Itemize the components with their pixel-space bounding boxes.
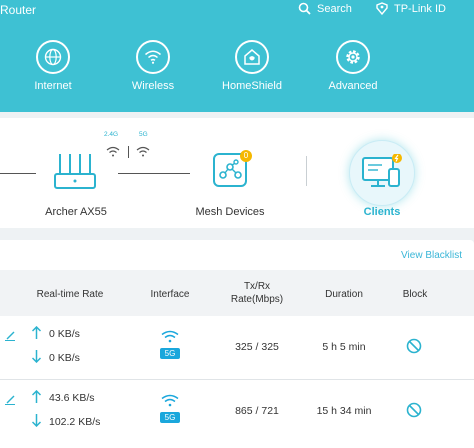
upload-rate: 43.6 KB/s — [31, 389, 95, 406]
nav-homeshield-label: HomeShield — [222, 80, 282, 92]
tplink-id-button[interactable]: TP-Link ID — [376, 2, 446, 15]
download-rate-value: 102.2 KB/s — [49, 416, 101, 428]
nav-internet-label: Internet — [34, 80, 72, 92]
tplink-id-label: TP-Link ID — [394, 2, 446, 15]
nav-advanced-label: Advanced — [328, 80, 378, 92]
router-icon — [54, 154, 96, 196]
search-button[interactable]: Search — [298, 2, 352, 15]
brand-title: Router — [0, 3, 37, 17]
arrow-up-icon — [31, 389, 42, 406]
gear-icon — [336, 40, 370, 74]
arrow-down-icon — [31, 350, 42, 366]
router-device[interactable] — [54, 152, 96, 197]
table-header: Real-time Rate Interface Tx/Rx Rate(Mbps… — [0, 270, 474, 316]
network-map-panel: Archer AX55 2.4G 5G 0 Mesh Devices Clien… — [0, 118, 474, 228]
top-navigation-bar: Router Search TP-Link ID Internet Wirele… — [0, 0, 474, 112]
wifi-icon — [136, 40, 170, 74]
upload-rate-value: 0 KB/s — [49, 328, 80, 340]
header-txrx-line2: Rate(Mbps) — [230, 294, 284, 305]
globe-icon — [36, 40, 70, 74]
edit-icon[interactable] — [5, 328, 17, 346]
band-5g-label: 5G — [139, 131, 148, 138]
header-duration: Duration — [325, 289, 363, 300]
mesh-icon — [213, 153, 247, 191]
header-block: Block — [402, 289, 428, 300]
clients-icon — [362, 153, 404, 199]
connection-line — [0, 173, 36, 174]
wifi-5g-icon — [136, 145, 150, 163]
mesh-count-badge: 0 — [240, 150, 252, 162]
nav-advanced[interactable]: Advanced — [308, 40, 398, 92]
download-rate: 102.2 KB/s — [31, 414, 101, 430]
nav-internet[interactable]: Internet — [8, 40, 98, 92]
download-rate-value: 0 KB/s — [49, 352, 80, 364]
upload-rate-value: 43.6 KB/s — [49, 392, 95, 404]
wifi-24g-icon — [106, 145, 120, 163]
upload-rate: 0 KB/s — [31, 325, 80, 342]
header-txrx-line1: Tx/Rx — [243, 281, 271, 292]
mesh-devices-label: Mesh Devices — [195, 206, 265, 218]
tplink-id-icon — [376, 2, 388, 15]
block-button[interactable] — [406, 338, 422, 359]
interface-cell: 5G — [150, 330, 190, 359]
clients-button[interactable] — [349, 140, 415, 206]
wifi-icon — [161, 330, 179, 346]
view-blacklist-link[interactable]: View Blacklist — [401, 250, 462, 261]
duration: 15 h 34 min — [316, 405, 372, 417]
wifi-icon — [161, 394, 179, 410]
band-divider — [128, 146, 129, 158]
search-label: Search — [317, 2, 352, 15]
band-badge: 5G — [160, 412, 180, 423]
search-icon — [298, 2, 311, 15]
connection-line — [118, 173, 190, 174]
edit-icon[interactable] — [5, 392, 17, 410]
duration: 5 h 5 min — [322, 341, 366, 353]
nav-wireless[interactable]: Wireless — [108, 40, 198, 92]
block-button[interactable] — [406, 402, 422, 423]
nav-homeshield[interactable]: HomeShield — [207, 40, 297, 92]
header-interface: Interface — [150, 289, 190, 300]
router-name: Archer AX55 — [45, 206, 107, 218]
band-badge: 5G — [160, 348, 180, 359]
client-table-card: View Blacklist Real-time Rate Interface … — [0, 240, 474, 448]
txrx-rate: 865 / 721 — [235, 405, 279, 417]
header-realtime-rate: Real-time Rate — [36, 289, 104, 300]
homeshield-icon — [235, 40, 269, 74]
band-24g-label: 2.4G — [104, 131, 119, 138]
table-row: 0 KB/s 0 KB/s 5G 325 / 325 5 h 5 min — [0, 316, 474, 380]
table-row: 43.6 KB/s 102.2 KB/s 5G 865 / 721 15 h 3… — [0, 380, 474, 444]
nav-wireless-label: Wireless — [131, 80, 175, 92]
interface-cell: 5G — [150, 394, 190, 423]
txrx-rate: 325 / 325 — [235, 341, 279, 353]
arrow-up-icon — [31, 325, 42, 342]
arrow-down-icon — [31, 414, 42, 430]
download-rate: 0 KB/s — [31, 350, 80, 366]
clients-label: Clients — [363, 206, 401, 218]
section-divider — [306, 156, 307, 186]
